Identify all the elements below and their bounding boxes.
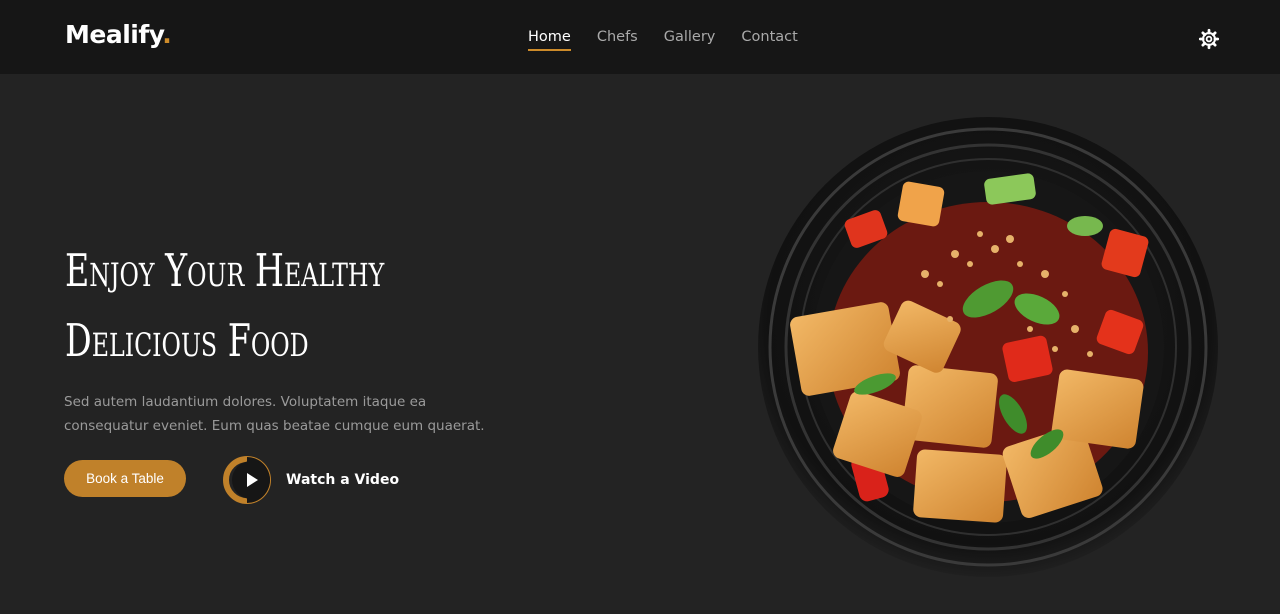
site-header: Mealify. Home Chefs Gallery Contact xyxy=(0,0,1280,74)
hero-title-line2: Delicious Food xyxy=(65,314,309,367)
nav-contact[interactable]: Contact xyxy=(741,29,797,51)
logo-dot: . xyxy=(162,20,172,49)
logo-text: Mealify xyxy=(65,20,163,49)
hero-title-line1: Enjoy Your Healthy xyxy=(65,244,385,297)
nav-gallery[interactable]: Gallery xyxy=(664,29,716,51)
book-table-button[interactable]: Book a Table xyxy=(64,460,186,497)
watch-video-label: Watch a Video xyxy=(286,472,400,488)
watch-video-button[interactable]: Watch a Video xyxy=(222,455,399,505)
main-nav: Home Chefs Gallery Contact xyxy=(528,29,798,51)
nav-chefs[interactable]: Chefs xyxy=(597,29,638,51)
play-icon[interactable] xyxy=(222,455,272,505)
hero-title: Enjoy Your Healthy Delicious Food xyxy=(65,236,384,376)
logo[interactable]: Mealify. xyxy=(65,20,172,49)
gear-icon[interactable] xyxy=(1198,28,1220,50)
food-plate-image xyxy=(758,117,1218,577)
nav-home[interactable]: Home xyxy=(528,29,571,51)
hero-description: Sed autem laudantium dolores. Voluptatem… xyxy=(64,394,485,434)
